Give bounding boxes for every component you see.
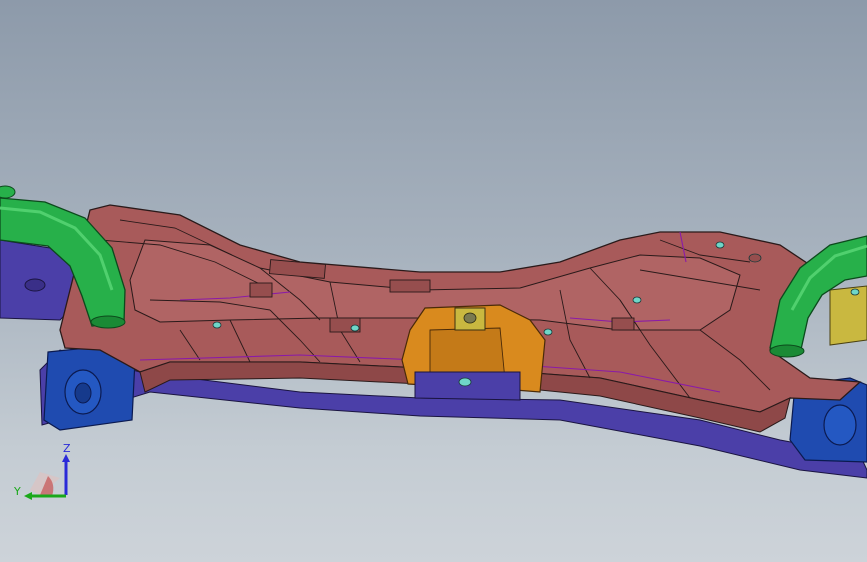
left-rear-hole [24,278,46,292]
left-tube-end [90,315,126,329]
cad-3d-viewport[interactable]: Z Y [0,0,867,562]
triad-z-arrow [62,454,70,462]
right-rear-bracket [829,285,867,346]
triad-z-label: Z [63,442,71,455]
left-tube-end-cap [0,185,16,199]
left-mount-hole [74,382,92,404]
right-tube-end [769,344,805,358]
center-mount-hole [458,377,472,387]
center-mount-bolt [463,312,477,324]
orientation-triad: Z Y [13,442,71,500]
right-mount-bushing [823,404,857,446]
triad-y-arrow [24,492,32,500]
subframe-3d-model[interactable] [0,0,867,562]
triad-y-label: Y [13,485,21,498]
